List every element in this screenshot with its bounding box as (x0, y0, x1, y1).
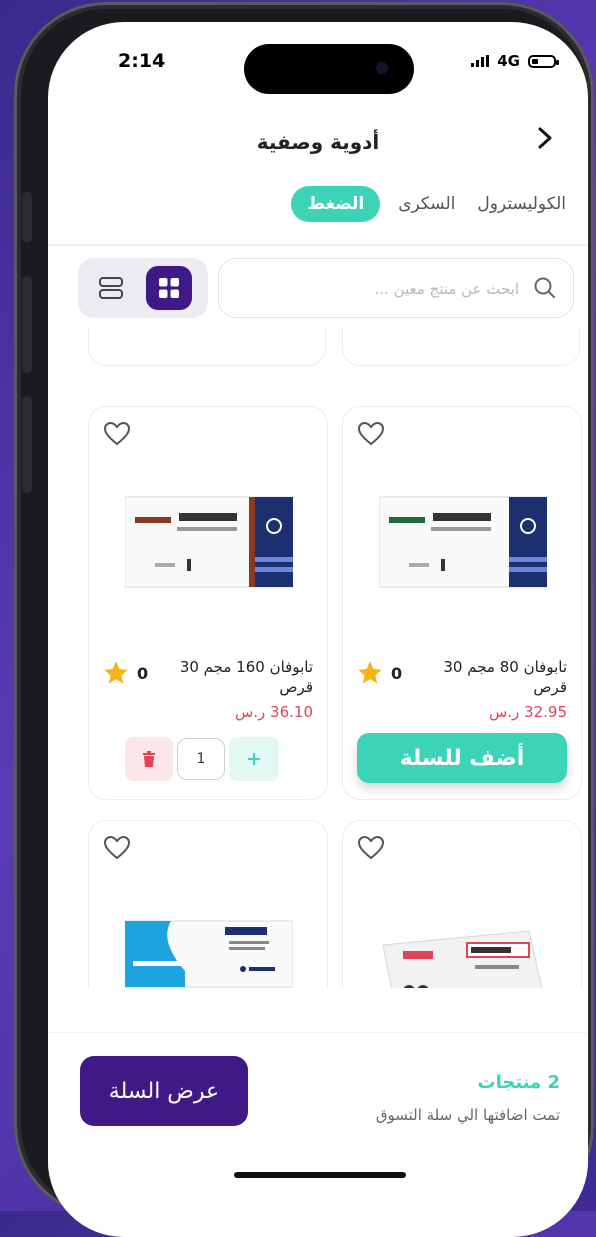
product-name: تابوفان 80 مجم 30 قرص (443, 658, 567, 696)
dynamic-island (244, 44, 414, 94)
product-card[interactable]: تابوفان 160 مجم 30 قرص 0 36.10 ر.س 1 (88, 406, 328, 800)
page-title: أدوية وصفية (256, 130, 380, 154)
rating: 0 (355, 659, 402, 687)
screen: 2:14 4G أدوية وصفية الضغط السكرى الكوليس… (48, 22, 588, 1237)
favorite-heart-icon[interactable] (357, 421, 385, 447)
battery-icon (528, 54, 559, 68)
grid-view-icon (159, 278, 179, 298)
search-icon (533, 276, 557, 304)
search-input[interactable] (237, 259, 521, 319)
tab-pressure[interactable]: الضغط (291, 186, 381, 222)
cart-count: 2 منتجات (477, 1072, 560, 1093)
status-time: 2:14 (118, 50, 166, 72)
quantity-value[interactable]: 1 (177, 738, 225, 780)
plus-icon (248, 753, 260, 765)
status-icons: 4G (471, 52, 559, 70)
product-card-partial (342, 328, 580, 366)
product-card[interactable] (342, 820, 582, 988)
rating: 0 (101, 659, 148, 687)
home-indicator[interactable] (234, 1172, 406, 1178)
list-view-button[interactable] (88, 266, 134, 310)
product-card[interactable]: تابوفان 80 مجم 30 قرص 0 32.95 ر.س أضف لل… (342, 406, 582, 800)
network-label: 4G (497, 52, 520, 70)
cart-subtitle: تمت اضافتها الي سلة التسوق (375, 1106, 560, 1124)
tab-cholesterol[interactable]: الكوليسترول (473, 186, 570, 222)
remove-button[interactable] (125, 737, 173, 781)
search-box (218, 258, 574, 319)
star-icon (104, 661, 128, 684)
list-view-icon (99, 277, 123, 299)
star-icon (358, 661, 382, 684)
quantity-stepper: 1 (125, 737, 279, 781)
volume-up-button (22, 277, 32, 373)
product-image (125, 496, 293, 588)
product-image (125, 920, 293, 988)
chevron-right-icon (538, 127, 552, 149)
product-name: تابوفان 160 مجم 30 قرص (179, 658, 313, 696)
signal-icon (471, 55, 490, 67)
favorite-heart-icon[interactable] (103, 421, 131, 447)
product-price: 36.10 ر.س (234, 703, 313, 721)
favorite-heart-icon[interactable] (357, 835, 385, 861)
divider (48, 244, 588, 246)
back-button[interactable] (528, 118, 562, 158)
grid-view-button[interactable] (146, 266, 192, 310)
tab-diabetes[interactable]: السكرى (394, 186, 459, 222)
product-image (379, 496, 547, 588)
increment-button[interactable] (229, 737, 279, 781)
add-to-cart-button[interactable]: أضف للسلة (357, 733, 567, 783)
product-card[interactable] (88, 820, 328, 988)
trash-icon (143, 751, 155, 767)
product-price: 32.95 ر.س (488, 703, 567, 721)
product-card-partial (88, 328, 326, 366)
product-image (382, 930, 543, 988)
mute-switch (22, 192, 32, 242)
category-tabs: الضغط السكرى الكوليسترول (291, 186, 570, 222)
rating-value: 0 (391, 663, 403, 683)
product-grid: تابوفان 80 مجم 30 قرص 0 32.95 ر.س أضف لل… (48, 328, 588, 988)
view-cart-button[interactable]: عرض السلة (80, 1056, 248, 1126)
volume-down-button (22, 397, 32, 493)
view-toggle (78, 258, 208, 318)
phone-frame: 2:14 4G أدوية وصفية الضغط السكرى الكوليس… (14, 2, 594, 1237)
rating-value: 0 (137, 663, 149, 683)
favorite-heart-icon[interactable] (103, 835, 131, 861)
